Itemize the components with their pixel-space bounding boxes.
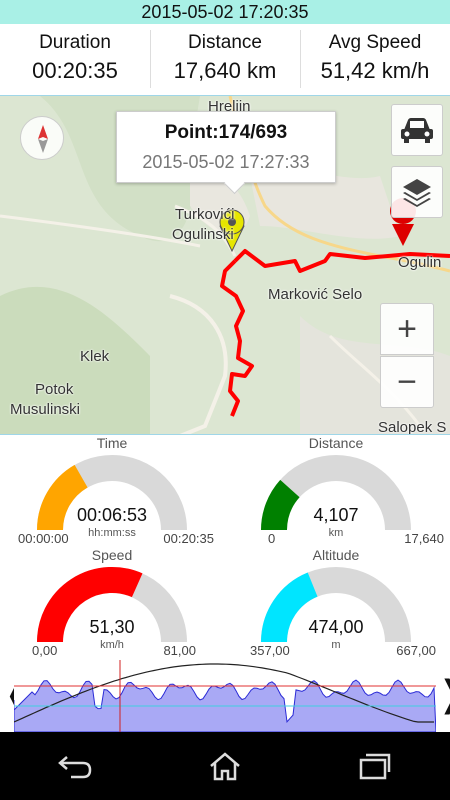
gauge-value: 00:06:53 bbox=[76, 505, 148, 525]
stat-duration-label: Duration bbox=[39, 32, 111, 53]
map-label: Marković Selo bbox=[268, 286, 363, 303]
map-label: Musulinski bbox=[10, 401, 81, 418]
point-time: 2015-05-02 17:27:33 bbox=[142, 152, 310, 172]
zoom-in-button[interactable]: + bbox=[380, 303, 434, 355]
gauge-title: Time bbox=[96, 435, 128, 451]
gauge-min: 0,00 bbox=[32, 643, 58, 658]
gauge-max: 00:20:35 bbox=[163, 531, 214, 546]
vehicle-button[interactable] bbox=[391, 104, 443, 156]
route-map[interactable]: Hreljin Turkovići Ogulinski Marković Sel… bbox=[0, 95, 450, 435]
map-label: Ogulin bbox=[398, 254, 442, 271]
layers-button[interactable] bbox=[391, 166, 443, 218]
time-gauge: Time 00:06:53 hh:mm:ss 00:00:00 00:20:35 bbox=[2, 435, 222, 547]
back-icon bbox=[58, 756, 92, 779]
point-index: Point:174/693 bbox=[164, 122, 288, 143]
gauge-max: 81,00 bbox=[163, 643, 196, 658]
gauge-max: 667,00 bbox=[396, 643, 436, 658]
home-button[interactable] bbox=[195, 741, 255, 791]
elevation-speed-profile[interactable]: ❬ ❭ bbox=[0, 660, 450, 732]
gauge-value: 4,107 bbox=[313, 505, 359, 525]
map-label: Potok bbox=[35, 381, 74, 398]
gauge-value: 51,30 bbox=[89, 617, 135, 637]
altitude-gauge: Altitude 474,00 m 357,00 667,00 bbox=[226, 547, 446, 659]
map-label: Ogulinski bbox=[172, 226, 234, 243]
point-tooltip: Point:174/693 2015-05-02 17:27:33 bbox=[116, 111, 336, 183]
home-icon bbox=[210, 752, 240, 781]
gauge-panel: Time 00:06:53 hh:mm:ss 00:00:00 00:20:35… bbox=[0, 435, 450, 660]
map-label: Klek bbox=[80, 348, 110, 365]
stat-avg-speed-value: 51,42 km/h bbox=[320, 58, 430, 83]
gauge-title: Altitude bbox=[312, 547, 360, 563]
stat-duration: Duration 00:20:35 bbox=[0, 24, 150, 95]
map-label: Turkovići bbox=[175, 206, 235, 223]
gauge-max: 17,640 bbox=[404, 531, 444, 546]
datetime-text: 2015-05-02 17:20:35 bbox=[141, 2, 309, 22]
back-button[interactable] bbox=[45, 741, 105, 791]
layers-icon bbox=[403, 179, 431, 207]
next-arrow-icon[interactable]: ❭ bbox=[436, 670, 450, 718]
distance-gauge: Distance 4,107 km 0 17,640 bbox=[226, 435, 446, 547]
stat-avg-speed-label: Avg Speed bbox=[328, 32, 422, 53]
stat-distance-value: 17,640 km bbox=[173, 58, 277, 83]
recents-button[interactable] bbox=[345, 741, 405, 791]
recents-icon bbox=[359, 753, 391, 780]
speed-gauge: Speed 51,30 km/h 0,00 81,00 bbox=[2, 547, 222, 659]
compass-icon[interactable] bbox=[20, 116, 64, 160]
stat-avg-speed: Avg Speed 51,42 km/h bbox=[300, 24, 450, 95]
zoom-out-button[interactable]: − bbox=[380, 356, 434, 408]
summary-stats: Duration 00:20:35 Distance 17,640 km Avg… bbox=[0, 24, 450, 95]
gauge-min: 0 bbox=[268, 531, 276, 546]
gauge-min: 00:00:00 bbox=[18, 531, 69, 546]
stat-distance-label: Distance bbox=[188, 32, 262, 53]
car-icon bbox=[401, 118, 433, 143]
gauge-value: 474,00 bbox=[308, 617, 364, 637]
gauge-title: Distance bbox=[308, 435, 364, 451]
datetime-header: 2015-05-02 17:20:35 bbox=[0, 0, 450, 24]
system-nav-bar bbox=[0, 732, 450, 800]
zoom-out-icon: − bbox=[397, 362, 417, 401]
stat-duration-value: 00:20:35 bbox=[32, 58, 118, 83]
gauge-min: 357,00 bbox=[250, 643, 290, 658]
profile-chart[interactable] bbox=[14, 660, 436, 732]
stat-distance: Distance 17,640 km bbox=[150, 24, 300, 95]
map-label: Salopek S bbox=[378, 419, 447, 435]
gauge-title: Speed bbox=[91, 547, 133, 563]
zoom-in-icon: + bbox=[397, 309, 417, 348]
